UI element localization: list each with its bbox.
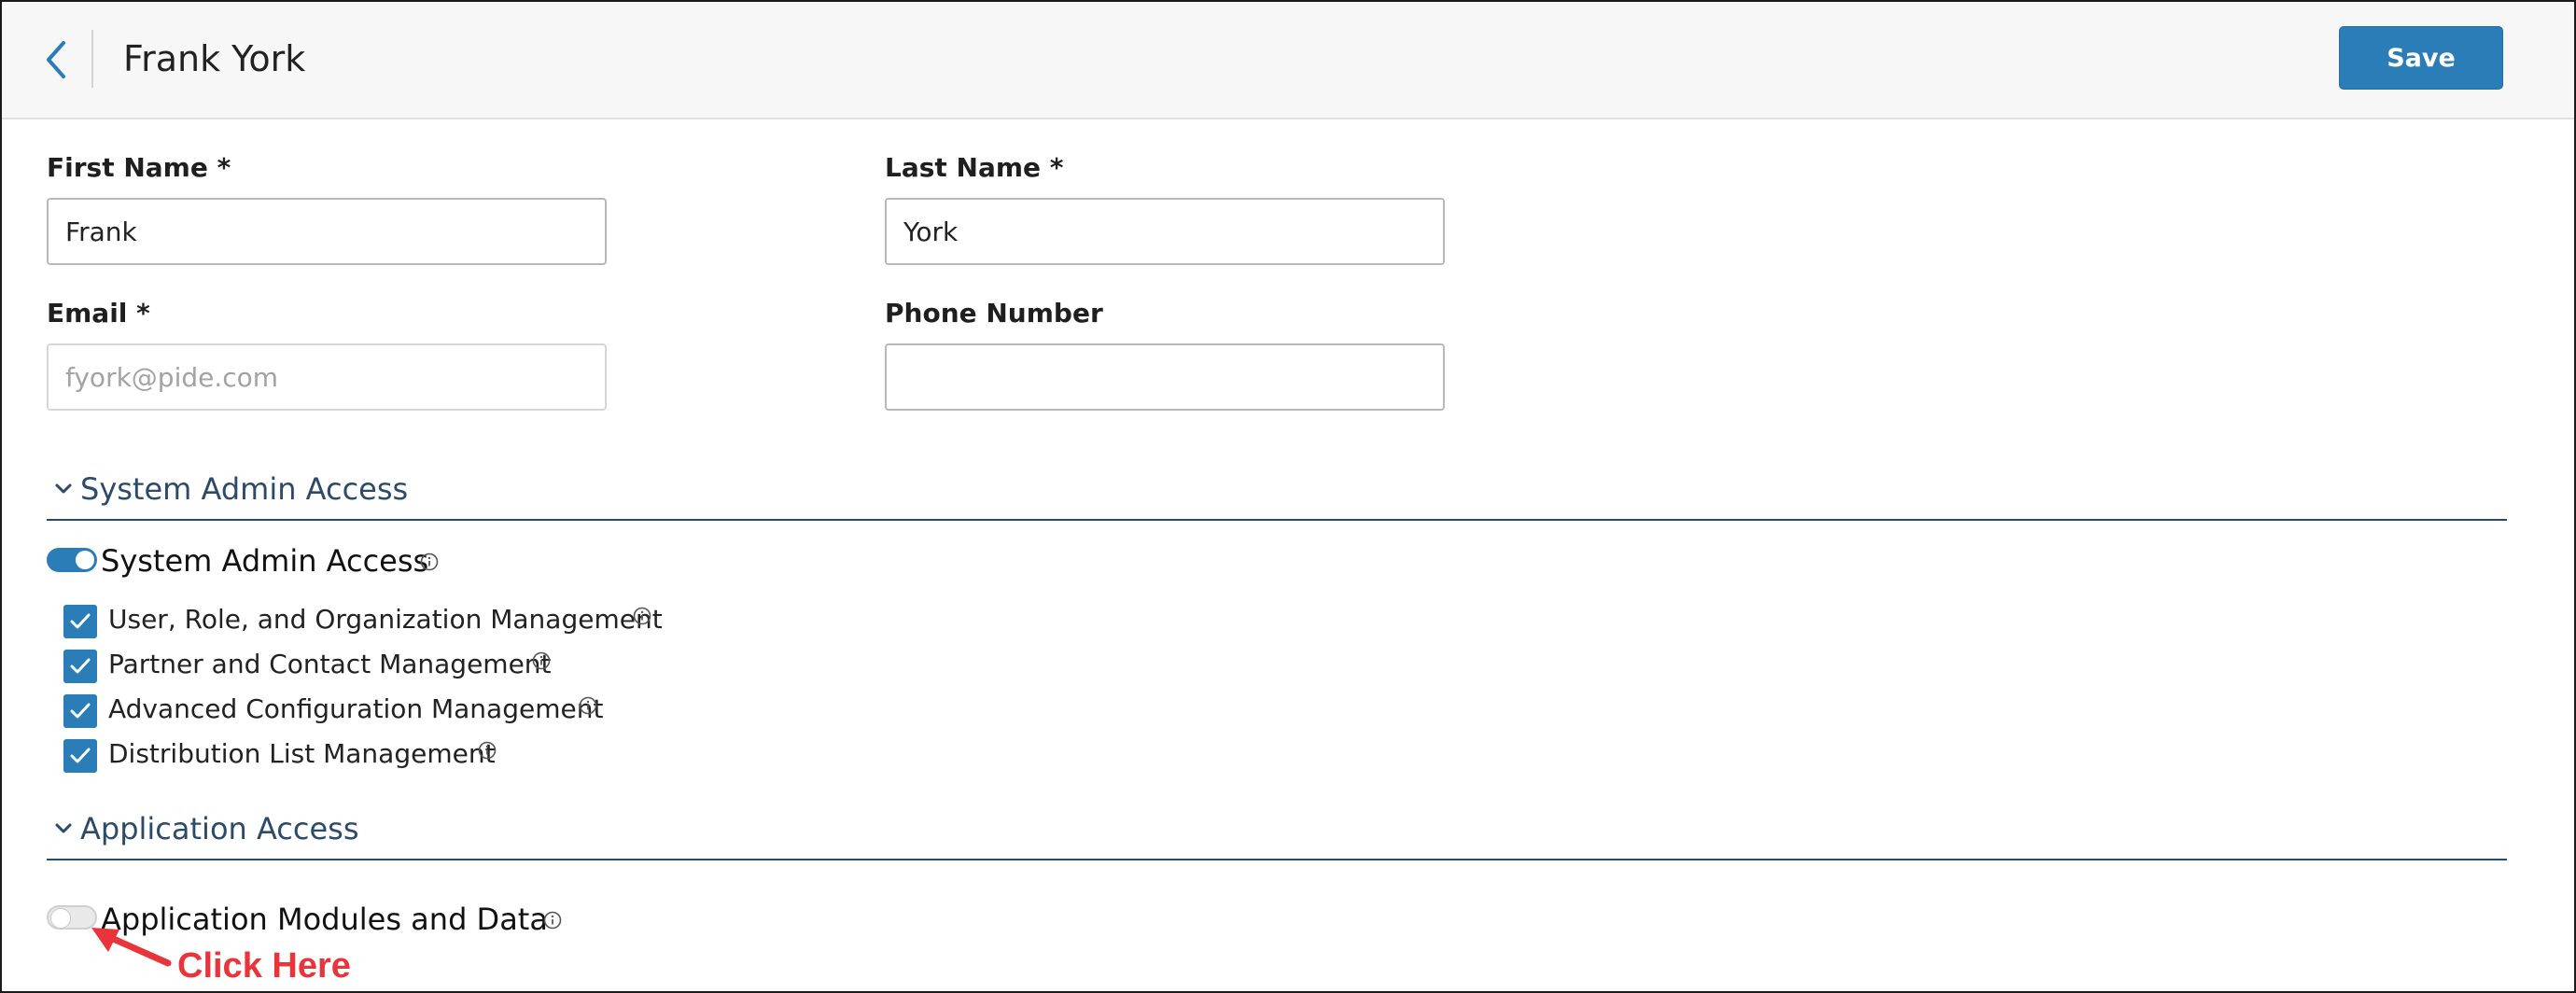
section-title: System Admin Access [80, 471, 409, 507]
last-name-input[interactable] [885, 198, 1445, 265]
email-field[interactable] [47, 343, 607, 411]
save-button[interactable]: Save [2339, 26, 2503, 90]
info-icon[interactable] [543, 911, 562, 930]
check-icon [70, 748, 91, 763]
last-name-label: Last Name * [885, 152, 1064, 183]
chevron-down-icon [55, 483, 72, 494]
annotation-arrow-icon [91, 928, 172, 967]
header-divider [91, 30, 93, 88]
advanced-config-label: Advanced Configuration Management [108, 693, 604, 724]
info-icon[interactable] [532, 651, 551, 670]
check-icon [70, 658, 91, 674]
first-name-label: First Name * [47, 152, 231, 183]
partner-contact-checkbox[interactable] [63, 650, 97, 683]
advanced-config-checkbox[interactable] [63, 694, 97, 728]
system-admin-section-header[interactable]: System Admin Access [47, 467, 2507, 521]
check-icon [70, 613, 91, 629]
toggle-knob [76, 551, 94, 569]
page-header: Frank York Save [2, 2, 2574, 119]
info-icon[interactable] [633, 607, 651, 625]
user-role-org-checkbox[interactable] [63, 605, 97, 638]
section-title: Application Access [80, 811, 359, 846]
page-title: Frank York [123, 38, 306, 79]
distribution-list-checkbox[interactable] [63, 739, 97, 773]
first-name-input[interactable] [47, 198, 607, 265]
chevron-left-icon [47, 41, 65, 78]
distribution-list-label: Distribution List Management [108, 738, 496, 769]
user-role-org-label: User, Role, and Organization Management [108, 604, 663, 635]
phone-number-input[interactable] [885, 343, 1445, 411]
system-admin-toggle-label: System Admin Access [101, 543, 429, 579]
user-edit-window: Frank York Save First Name * Last Name *… [0, 0, 2576, 993]
info-icon[interactable] [420, 552, 439, 571]
application-access-section-header[interactable]: Application Access [47, 806, 2507, 860]
system-admin-toggle[interactable] [47, 548, 97, 572]
toggle-knob [50, 908, 71, 929]
partner-contact-label: Partner and Contact Management [108, 649, 552, 679]
phone-number-label: Phone Number [885, 298, 1103, 329]
email-label: Email * [47, 298, 150, 329]
back-button[interactable] [37, 35, 75, 84]
info-icon[interactable] [579, 696, 597, 715]
chevron-down-icon [55, 823, 72, 833]
check-icon [70, 703, 91, 719]
click-here-annotation: Click Here [177, 946, 351, 986]
info-icon[interactable] [478, 741, 497, 760]
